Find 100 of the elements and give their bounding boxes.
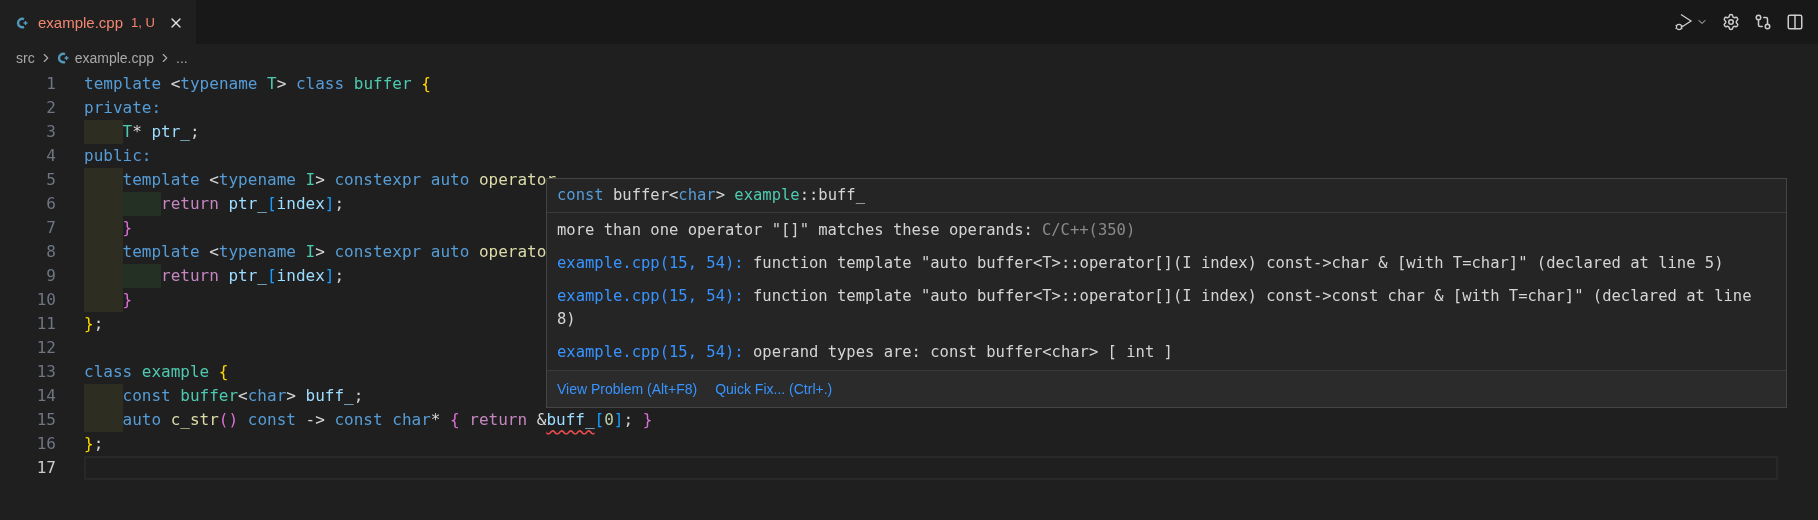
location-link[interactable]: example.cpp(15, 54): xyxy=(557,343,744,361)
tab-filename: example.cpp xyxy=(38,12,124,33)
code-token: index xyxy=(276,193,325,215)
related-info: example.cpp(15, 54): function template "auto buffer<T>::operator[](I index) const->const char & [with T=char]" (declared at line 8) xyxy=(557,286,1753,330)
code-token: ] xyxy=(324,265,335,287)
code-token: [ xyxy=(594,409,605,431)
code-token: > xyxy=(286,385,297,407)
compare-changes-icon[interactable] xyxy=(1754,13,1772,31)
related-info: example.cpp(15, 54): function template "auto buffer<T>::operator[](I index) const->char & [with T=char]" (declared at line 5) xyxy=(557,253,1725,274)
editor-tab[interactable]: example.cpp 1, U xyxy=(0,0,196,44)
code-token: -> xyxy=(305,409,326,431)
related-info: example.cpp(15, 54): operand types are: const buffer<char> [ int ] xyxy=(557,342,1174,363)
code-token: ; xyxy=(334,265,345,287)
code-token: & xyxy=(536,409,547,431)
code-token: ] xyxy=(613,409,624,431)
code-token: private: xyxy=(84,97,162,119)
code-token: { xyxy=(218,361,229,383)
line-number: 3 xyxy=(45,121,56,143)
code-token: ptr_ xyxy=(228,265,267,287)
code-token: c_str xyxy=(170,409,219,431)
code-token: ; xyxy=(334,193,345,215)
line-number: 14 xyxy=(35,385,56,407)
code-token: 0 xyxy=(604,409,614,431)
line-number: 6 xyxy=(45,193,56,215)
line-number: 5 xyxy=(45,169,56,191)
code-token: index xyxy=(276,265,325,287)
code-token: > xyxy=(276,73,288,95)
line-number: 9 xyxy=(45,265,56,287)
code-token: const char xyxy=(334,409,431,431)
code-token: * xyxy=(430,409,442,431)
cpp-file-icon xyxy=(16,16,30,30)
code-token: ; xyxy=(189,121,200,143)
code-token: < xyxy=(209,169,219,191)
code-token: example xyxy=(141,361,211,383)
code-token: ptr_ xyxy=(151,121,190,143)
line-number: 16 xyxy=(35,433,56,455)
code-token: ptr_ xyxy=(228,193,267,215)
line-number: 11 xyxy=(35,313,56,335)
action-link[interactable]: View Problem (Alt+F8) xyxy=(557,378,698,400)
code-token: } xyxy=(642,409,653,431)
code-token: buffer xyxy=(353,73,413,95)
code-token: { xyxy=(421,73,431,95)
code-token: auto xyxy=(122,409,163,431)
code-token: } xyxy=(84,433,94,455)
code-token: buff_ xyxy=(305,385,354,407)
code-token: operato xyxy=(478,241,547,263)
line-number: 10 xyxy=(35,289,56,311)
code-token: template xyxy=(122,241,201,263)
location-link[interactable]: example.cpp(15, 54): xyxy=(557,287,744,305)
error-message: more than one operator "[]" matches these operands: xyxy=(557,220,1033,241)
location-link[interactable]: example.cpp(15, 54): xyxy=(557,254,744,272)
code-token: () xyxy=(218,409,239,431)
code-token: const xyxy=(246,409,297,431)
line-number: 8 xyxy=(45,241,56,263)
code-token: < xyxy=(170,73,181,95)
code-token: } xyxy=(122,217,133,239)
code-token: return xyxy=(161,193,220,215)
line-number: 4 xyxy=(45,145,56,167)
error-code: C/C++(350) xyxy=(1041,220,1136,241)
action-link[interactable]: Quick Fix... (Ctrl+.) xyxy=(715,378,833,400)
breadcrumb-folder[interactable]: src xyxy=(16,47,35,69)
code-token: > xyxy=(315,169,326,191)
code-token: return xyxy=(469,409,529,431)
code-token: buffer xyxy=(180,385,239,407)
line-number: 15 xyxy=(35,409,56,431)
code-token: < xyxy=(238,385,248,407)
code-token: template xyxy=(84,73,163,95)
run-debug-button[interactable] xyxy=(1674,12,1708,32)
code-token: typename xyxy=(218,169,297,191)
code-token: return xyxy=(161,265,220,287)
code-token: ; xyxy=(623,409,635,431)
cpp-file-icon xyxy=(56,51,71,65)
code-token: [ xyxy=(266,265,277,287)
line-number: 17 xyxy=(35,457,56,479)
code-token: < xyxy=(209,241,219,263)
code-token: [ xyxy=(266,193,277,215)
line-number: 13 xyxy=(35,361,56,383)
code-token: typename xyxy=(218,241,297,263)
code-token: typename xyxy=(180,73,259,95)
breadcrumb-file[interactable]: example.cpp xyxy=(74,47,155,69)
line-number: 12 xyxy=(35,337,56,359)
code-token: T xyxy=(122,121,133,143)
code-token: class xyxy=(84,361,134,383)
line-number: 7 xyxy=(45,217,56,239)
line-number: 1 xyxy=(45,73,56,95)
code-token: ; xyxy=(353,385,364,407)
code-token: * xyxy=(132,121,143,143)
code-token: } xyxy=(122,289,133,311)
tab-status: 1, U xyxy=(131,14,155,33)
code-token: const xyxy=(122,385,172,407)
code-token: template xyxy=(122,169,201,191)
breadcrumb-more[interactable]: ... xyxy=(176,47,188,69)
code-token: public: xyxy=(84,145,152,167)
split-editor-icon[interactable] xyxy=(1786,13,1804,31)
settings-icon[interactable] xyxy=(1722,13,1740,31)
code-token: { xyxy=(450,409,461,431)
code-token: ] xyxy=(324,193,335,215)
code-token: class xyxy=(295,73,346,95)
code-token: } xyxy=(84,313,94,335)
code-token: constexpr auto xyxy=(334,241,471,263)
